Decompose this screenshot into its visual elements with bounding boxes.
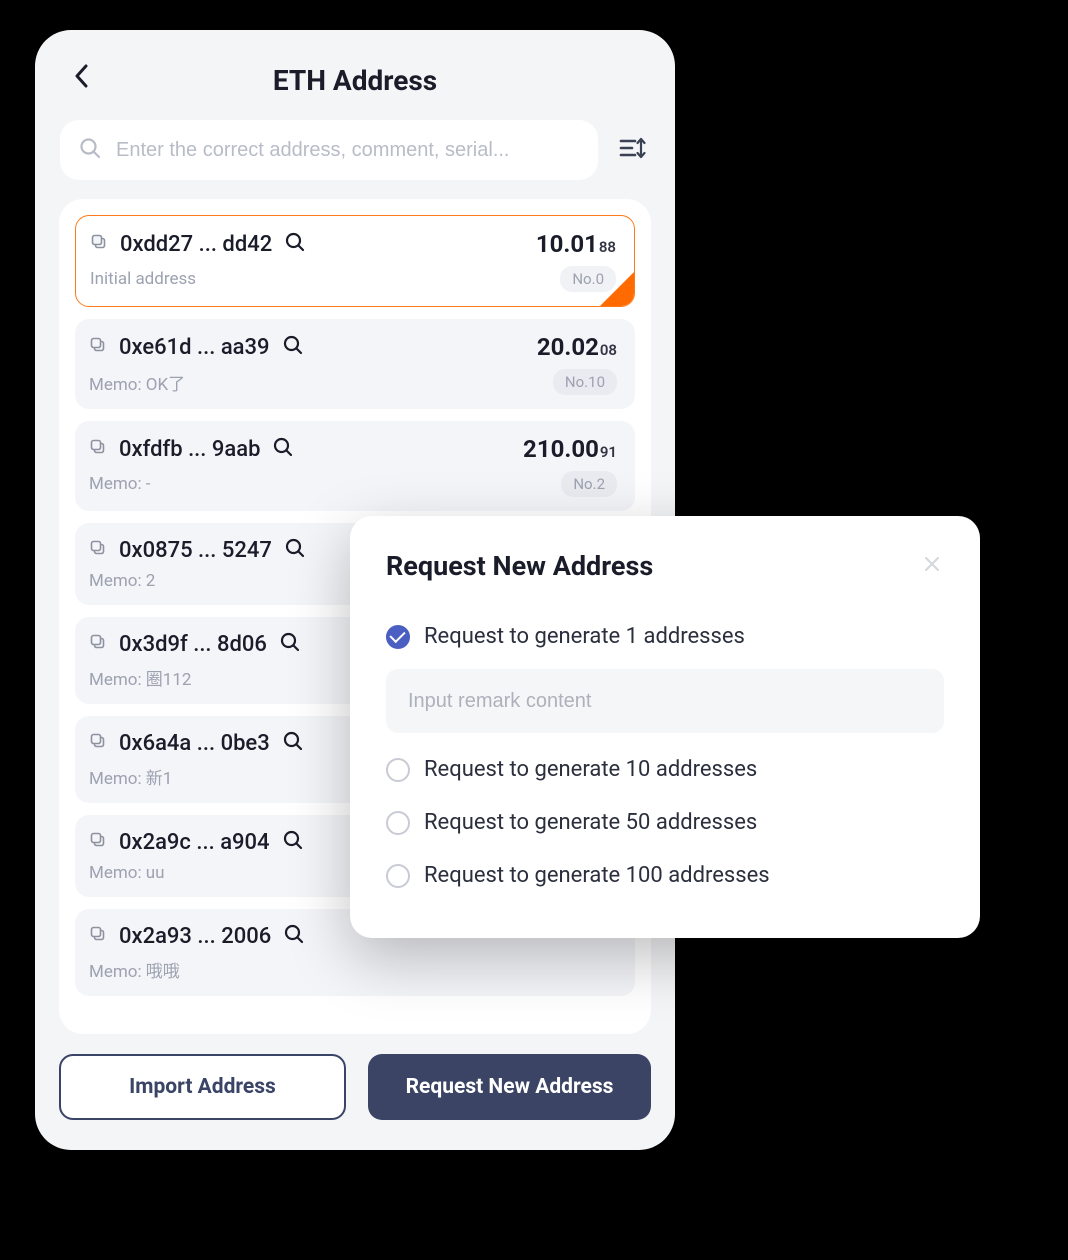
address-text: 0xdd27 ... dd42 xyxy=(120,232,272,257)
generate-option[interactable]: Request to generate 100 addresses xyxy=(386,849,944,902)
copy-icon[interactable] xyxy=(89,925,107,947)
serial-badge: No.2 xyxy=(561,471,617,497)
modal-options: Request to generate 1 addresses Request t… xyxy=(386,610,944,902)
address-text: 0x2a9c ... a904 xyxy=(119,830,270,855)
serial-badge: No.10 xyxy=(553,369,617,395)
footer: Import Address Request New Address xyxy=(59,1054,651,1120)
modal-header: Request New Address xyxy=(386,550,944,582)
modal-title: Request New Address xyxy=(386,550,653,582)
sort-icon xyxy=(617,133,647,167)
option-label: Request to generate 10 addresses xyxy=(424,757,757,782)
request-new-address-modal: Request New Address Request to generate … xyxy=(350,516,980,938)
explore-icon[interactable] xyxy=(272,436,294,462)
copy-icon[interactable] xyxy=(89,336,107,358)
copy-icon[interactable] xyxy=(89,438,107,460)
memo-text: Memo: 2 xyxy=(89,571,155,591)
explore-icon[interactable] xyxy=(284,231,306,257)
balance: 20.0208 xyxy=(537,333,617,361)
import-address-button[interactable]: Import Address xyxy=(59,1054,346,1120)
memo-text: Memo: OK了 xyxy=(89,370,185,395)
address-text: 0x2a93 ... 2006 xyxy=(119,924,271,949)
remark-input[interactable] xyxy=(386,669,944,733)
close-icon xyxy=(922,554,942,578)
modal-close-button[interactable] xyxy=(920,554,944,578)
copy-icon[interactable] xyxy=(89,539,107,561)
memo-text: Memo: 新1 xyxy=(89,764,172,789)
page-title: ETH Address xyxy=(273,64,437,97)
header: ETH Address xyxy=(59,54,651,119)
address-card[interactable]: 0xdd27 ... dd4210.0188Initial addressNo.… xyxy=(75,215,635,307)
generate-option[interactable]: Request to generate 1 addresses xyxy=(386,610,944,663)
copy-icon[interactable] xyxy=(89,831,107,853)
address-card[interactable]: 0xfdfb ... 9aab 210.0091 Memo: - No.2 xyxy=(75,421,635,511)
radio-unchecked-icon[interactable] xyxy=(386,864,410,888)
balance: 210.0091 xyxy=(523,435,617,463)
address-text: 0xe61d ... aa39 xyxy=(119,335,270,360)
address-card[interactable]: 0xe61d ... aa39 20.0208 Memo: OK了 No.10 xyxy=(75,319,635,409)
radio-unchecked-icon[interactable] xyxy=(386,758,410,782)
explore-icon[interactable] xyxy=(282,334,304,360)
address-text: 0x6a4a ... 0be3 xyxy=(119,731,270,756)
memo-text: Memo: - xyxy=(89,474,151,494)
radio-unchecked-icon[interactable] xyxy=(386,811,410,835)
explore-icon[interactable] xyxy=(284,537,306,563)
option-label: Request to generate 100 addresses xyxy=(424,863,770,888)
explore-icon[interactable] xyxy=(282,730,304,756)
copy-icon[interactable] xyxy=(89,633,107,655)
memo-text: Memo: uu xyxy=(89,863,165,883)
memo-text: Memo: 哦哦 xyxy=(89,957,180,982)
option-label: Request to generate 50 addresses xyxy=(424,810,757,835)
search-row xyxy=(59,119,651,181)
generate-option[interactable]: Request to generate 50 addresses xyxy=(386,796,944,849)
balance: 10.0188 xyxy=(536,230,616,258)
sort-button[interactable] xyxy=(613,131,651,169)
copy-icon[interactable] xyxy=(90,233,108,255)
chevron-left-icon xyxy=(74,64,88,92)
explore-icon[interactable] xyxy=(282,829,304,855)
address-text: 0x0875 ... 5247 xyxy=(119,538,272,563)
explore-icon[interactable] xyxy=(283,923,305,949)
address-text: 0x3d9f ... 8d06 xyxy=(119,632,267,657)
request-new-address-button[interactable]: Request New Address xyxy=(368,1054,651,1120)
search-icon xyxy=(78,136,102,164)
back-button[interactable] xyxy=(67,64,95,92)
memo-text: Memo: 圈112 xyxy=(89,665,191,690)
search-box[interactable] xyxy=(59,119,599,181)
option-label: Request to generate 1 addresses xyxy=(424,624,745,649)
explore-icon[interactable] xyxy=(279,631,301,657)
search-input[interactable] xyxy=(116,139,580,162)
radio-checked-icon[interactable] xyxy=(386,625,410,649)
memo-text: Initial address xyxy=(90,269,196,289)
address-text: 0xfdfb ... 9aab xyxy=(119,437,260,462)
generate-option[interactable]: Request to generate 10 addresses xyxy=(386,743,944,796)
copy-icon[interactable] xyxy=(89,732,107,754)
selected-corner-icon xyxy=(600,272,634,306)
